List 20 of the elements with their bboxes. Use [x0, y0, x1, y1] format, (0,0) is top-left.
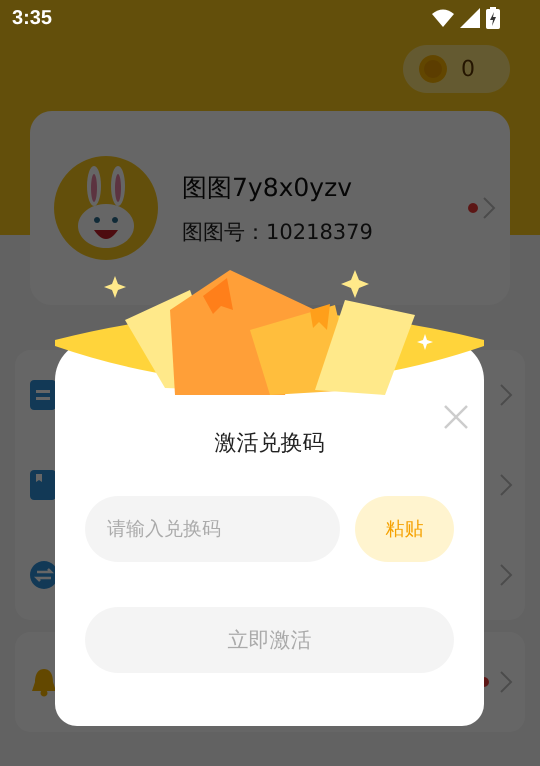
coin-balance[interactable]: 0: [403, 45, 510, 93]
coin-count: 0: [461, 56, 475, 82]
code-input-field[interactable]: 请输入兑换码: [85, 496, 340, 562]
chevron-icon: [482, 196, 496, 220]
profile-card[interactable]: 图图7y8x0yzv 图图号：10218379: [30, 111, 510, 305]
chevron-icon: [499, 383, 513, 407]
dialog-title: 激活兑换码: [214, 430, 324, 458]
chevron-icon: [499, 670, 513, 694]
chevron-icon: [499, 473, 513, 497]
user-id: 图图号：10218379: [182, 218, 374, 246]
close-button[interactable]: [442, 403, 470, 431]
coin-icon: [419, 55, 447, 83]
paste-button[interactable]: 粘贴: [355, 496, 454, 562]
bell-icon: [30, 667, 58, 697]
battery-charging-icon: [486, 7, 500, 29]
chevron-icon: [499, 563, 513, 587]
user-name: 图图7y8x0yzv: [182, 172, 354, 204]
wifi-icon: [432, 9, 454, 27]
signal-icon: [460, 8, 480, 28]
status-time: 3:35: [12, 6, 52, 30]
